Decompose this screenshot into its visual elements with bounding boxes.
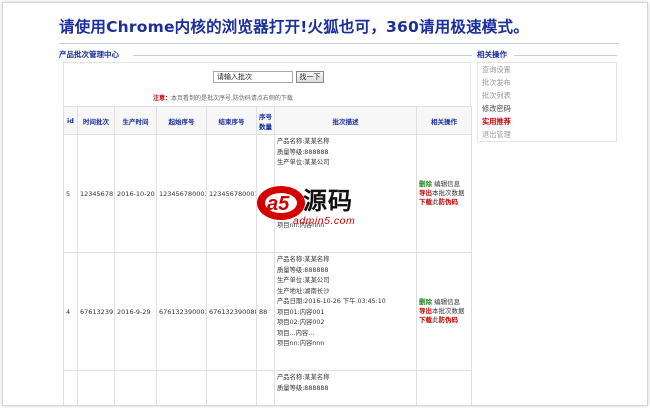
table-header-row: id 时间批次 生产时间 起始序号 结束序号 序号数量 批次描述 相关操作 xyxy=(63,106,472,135)
col-date: 生产时间 xyxy=(114,106,157,135)
export-link[interactable]: 导出 xyxy=(419,307,432,315)
col-end: 结束序号 xyxy=(206,106,257,135)
table-row: 产品名称:某某名称 质量等级:888888 xyxy=(63,370,472,405)
watermark-logo: a5 源码 admin5.com xyxy=(255,183,395,231)
browser-warning-banner: 请使用Chrome内核的浏览器打开!火狐也可，360请用极速模式。 xyxy=(59,18,529,36)
watermark-brand: 源码 xyxy=(303,187,353,215)
cell-id: 5 xyxy=(63,134,78,253)
batch-table: id 时间批次 生产时间 起始序号 结束序号 序号数量 批次描述 相关操作 51… xyxy=(63,106,472,405)
export-link[interactable]: 导出 xyxy=(419,189,432,197)
sidebar-item-query-settings[interactable]: 查询设置 xyxy=(478,63,616,76)
info-line: 生产单位:某某公司 xyxy=(277,159,330,166)
info-line: 项目01:内容001 xyxy=(277,308,325,316)
cell-date: 2016-9-29 xyxy=(114,252,157,371)
info-line: 质量等级:888888 xyxy=(277,384,329,392)
cell-info: 产品名称:某某名称 质量等级:888888 xyxy=(274,370,417,405)
info-line: 产品名称:某某名称 xyxy=(277,138,330,145)
sidebar-item-recommend[interactable]: 实用推荐 xyxy=(478,115,616,128)
download-link[interactable]: 下载 xyxy=(419,316,432,324)
notice-tag: 注意： xyxy=(153,95,172,102)
col-start: 起始序号 xyxy=(156,106,207,135)
info-line: 项目nn:内容nnn xyxy=(277,340,325,347)
sidebar-item-change-password[interactable]: 修改密码 xyxy=(478,102,616,115)
table-row: 4 67613239 2016-9-29 676132390001 6761323900… xyxy=(63,252,472,371)
batch-search-input[interactable] xyxy=(213,71,293,83)
info-line: 质量等级:888888 xyxy=(277,148,329,156)
watermark-url: admin5.com xyxy=(293,215,356,227)
download-tail[interactable]: 防伪码 xyxy=(439,198,459,206)
sidebar-title: 相关操作 xyxy=(477,50,617,60)
sidebar-item-batch-list[interactable]: 批次列表 xyxy=(478,89,616,102)
page-frame: 请使用Chrome内核的浏览器打开!火狐也可，360请用极速模式。 产品批次管理… xyxy=(2,2,648,406)
col-id: id xyxy=(63,106,78,135)
cell-count: 88 xyxy=(256,252,275,371)
edit-link[interactable]: 编辑信息 xyxy=(434,180,460,188)
cell-info: 产品名称:某某名称 质量等级:888888 生产单位:某某公司 生产地址:湖南长沙产品… xyxy=(274,252,417,371)
info-line: 项目...内容... xyxy=(277,329,315,337)
panel-title: 产品批次管理中心 xyxy=(59,50,472,60)
download-link[interactable]: 下载 xyxy=(419,198,432,206)
sidebar: 相关操作 查询设置 批次发布 批次列表 修改密码 实用推荐 退出管理 xyxy=(477,50,617,142)
cell-count xyxy=(256,370,275,405)
cell-date xyxy=(114,370,157,405)
cell-ops: 删除 编辑信息 导出本批次数据 下载此防伪码 xyxy=(416,252,472,371)
cell-date: 2016-10-20 xyxy=(114,134,157,253)
cell-batch xyxy=(77,370,115,405)
export-text[interactable]: 本批次数据 xyxy=(432,307,465,315)
notice-text: 本页看到的是批次序号,防伪码请点右侧的下载 xyxy=(171,95,293,102)
cell-id: 4 xyxy=(63,252,78,371)
edit-link[interactable]: 编辑信息 xyxy=(434,298,460,306)
svg-text:a5: a5 xyxy=(267,193,290,215)
cell-batch: 12345678 xyxy=(77,134,115,253)
download-tail[interactable]: 防伪码 xyxy=(439,316,459,324)
cell-ops xyxy=(416,370,472,405)
export-text[interactable]: 本批次数据 xyxy=(432,189,465,197)
info-line: 产品名称:某某名称 xyxy=(277,374,330,381)
info-line: 质量等级:888888 xyxy=(277,266,329,274)
cell-end: 676132390088 xyxy=(206,252,257,371)
banner-divider xyxy=(59,43,619,44)
info-line: 产品名称:某某名称 xyxy=(277,256,330,263)
cell-batch: 67613239 xyxy=(77,252,115,371)
info-line: 生产地址:湖南长沙 xyxy=(277,287,330,295)
cell-start xyxy=(156,370,207,405)
col-info: 批次描述 xyxy=(274,106,417,135)
search-area: 找一下 注意：本页看到的是批次序号,防伪码请点右侧的下载 xyxy=(63,62,471,106)
cell-end xyxy=(206,370,257,405)
search-row: 找一下 xyxy=(213,71,324,83)
info-line: 产品日期:2016-10-26 下午 03:45:10 xyxy=(277,298,386,305)
search-button[interactable]: 找一下 xyxy=(296,71,324,83)
cell-id xyxy=(63,370,78,405)
info-line xyxy=(277,169,414,180)
info-line: 项目02:内容002 xyxy=(277,319,325,326)
col-count: 序号数量 xyxy=(256,106,275,135)
cell-start: 676132390001 xyxy=(156,252,207,371)
col-batch: 时间批次 xyxy=(77,106,115,135)
sidebar-item-publish-batch[interactable]: 批次发布 xyxy=(478,76,616,89)
info-line: 生产单位:某某公司 xyxy=(277,277,330,284)
col-ops: 相关操作 xyxy=(416,106,472,135)
delete-link[interactable]: 删除 xyxy=(419,180,432,188)
cell-start: 123456780001 xyxy=(156,134,207,253)
notice-line: 注意：本页看到的是批次序号,防伪码请点右侧的下载 xyxy=(153,93,293,102)
cell-end: 123456780001 xyxy=(206,134,257,253)
sidebar-menu: 查询设置 批次发布 批次列表 修改密码 实用推荐 退出管理 xyxy=(477,62,617,142)
cell-ops: 删除 编辑信息 导出本批次数据 下载此防伪码 xyxy=(416,134,472,253)
delete-link[interactable]: 删除 xyxy=(419,298,432,306)
sidebar-item-logout[interactable]: 退出管理 xyxy=(478,128,616,141)
